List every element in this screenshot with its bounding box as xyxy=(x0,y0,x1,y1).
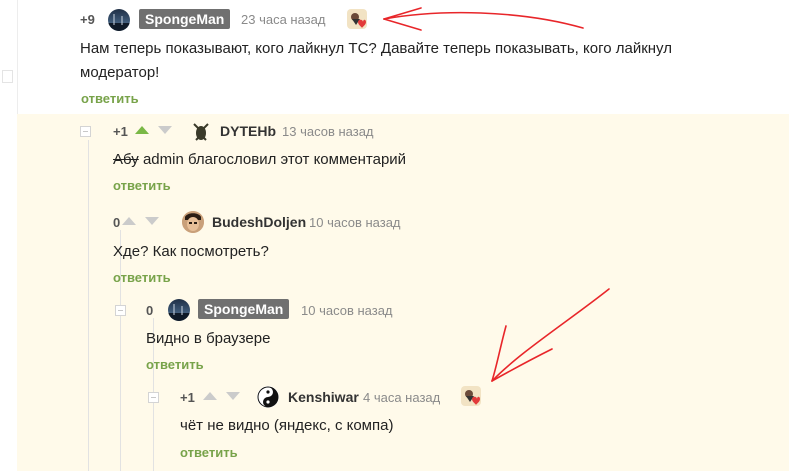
annotation-arrow-bottom xyxy=(491,288,610,382)
annotation-arrow-top xyxy=(383,7,584,31)
annotation-overlay xyxy=(383,7,610,382)
